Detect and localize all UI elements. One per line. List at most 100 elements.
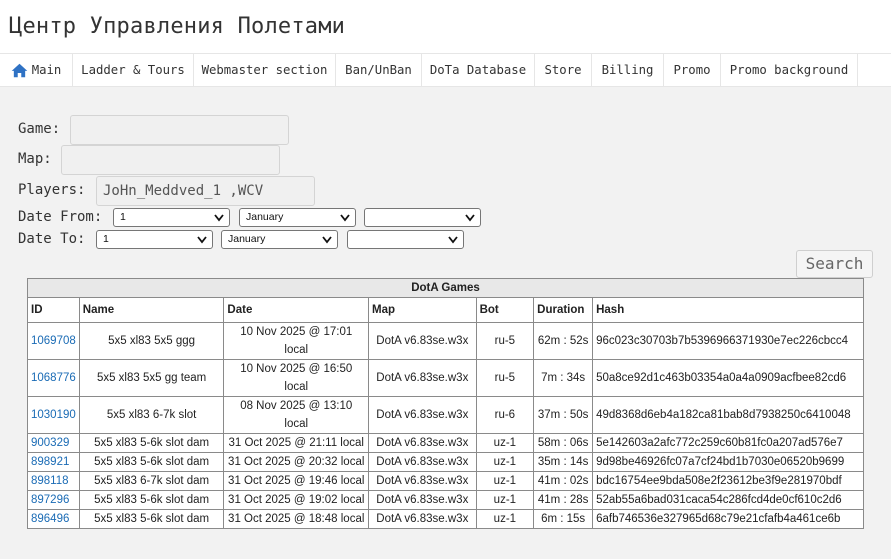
game-duration: 41m : 02s [533, 471, 594, 491]
game-hash: 5e142603a2afc772c259c60b81fc0a207ad576e7 [592, 433, 864, 453]
nav-item-main[interactable]: Main [0, 54, 73, 86]
chevron-down-icon [465, 214, 475, 222]
game-bot: uz-1 [475, 509, 535, 529]
game-hash: 6afb746536e327965d68c79e21cfafb4a461ce6b [592, 509, 864, 529]
game-id-link[interactable]: 1068776 [31, 372, 76, 384]
game-name: 5x5 xl83 5-6k slot dam [78, 490, 225, 510]
site-header: Центр Управления Полетами [0, 0, 891, 53]
nav-item-label: Webmaster section [201, 63, 328, 77]
table-caption: DotA Games [27, 278, 864, 298]
game-name: 5x5 xl83 5x5 gg team [78, 359, 225, 397]
game-id-link[interactable]: 1069708 [31, 335, 76, 347]
map-input[interactable] [61, 145, 280, 175]
chevron-down-icon [322, 236, 332, 244]
main-navbar: Main Ladder & Tours Webmaster section Ba… [0, 53, 891, 87]
search-button[interactable]: Search [796, 250, 873, 278]
table-row: 1068776 5x5 xl83 5x5 gg team 10 Nov 2025… [27, 359, 864, 397]
game-hash: 96c023c30703b7b5396966371930e7ec226cbcc4 [592, 322, 864, 360]
column-header-bot: Bot [475, 297, 535, 323]
table-row: 1030190 5x5 xl83 6-7k slot 08 Nov 2025 @… [27, 396, 864, 434]
game-map: DotA v6.83se.w3x [368, 509, 477, 529]
game-bot: uz-1 [475, 433, 535, 453]
column-header-hash: Hash [592, 297, 864, 323]
select-value: January [228, 233, 266, 245]
game-hash: bdc16754ee9bda508e2f23612be3f9e281970bdf [592, 471, 864, 491]
date-to-day-select[interactable]: 1 [96, 230, 213, 249]
game-name: 5x5 xl83 6-7k slot dam [78, 471, 225, 491]
date-from-day-select[interactable]: 1 [113, 208, 230, 227]
nav-item-label: Main [31, 63, 62, 77]
game-duration: 41m : 28s [533, 490, 594, 510]
select-value: 1 [120, 211, 126, 223]
nav-item-billing[interactable]: Billing [592, 54, 664, 86]
nav-item-dota-database[interactable]: DoTa Database [422, 54, 535, 86]
dota-games-table: DotA Games ID Name Date Map Bot Duration… [27, 278, 864, 529]
game-date: 08 Nov 2025 @ 13:10 local [223, 396, 370, 434]
game-name: 5x5 xl83 6-7k slot [78, 396, 225, 434]
nav-item-label: DoTa Database [429, 63, 527, 77]
nav-item-webmaster[interactable]: Webmaster section [194, 54, 336, 86]
game-hash: 50a8ce92d1c463b03354a0a4a0909acfbee82cd6 [592, 359, 864, 397]
game-id-link[interactable]: 897296 [31, 494, 69, 506]
game-map: DotA v6.83se.w3x [368, 359, 477, 397]
table-row: 896496 5x5 xl83 5-6k slot dam 31 Oct 202… [27, 509, 864, 529]
nav-item-promo-background[interactable]: Promo background [721, 54, 858, 86]
game-hash: 9d98be46926fc07a7cf24bd1b7030e06520b9699 [592, 452, 864, 472]
game-date: 31 Oct 2025 @ 21:11 local [223, 433, 370, 453]
game-label: Game: [18, 121, 61, 137]
game-duration: 62m : 52s [533, 322, 594, 360]
table-row: 898118 5x5 xl83 6-7k slot dam 31 Oct 202… [27, 471, 864, 491]
date-from-month-select[interactable]: January [239, 208, 356, 227]
table-row: 898921 5x5 xl83 5-6k slot dam 31 Oct 202… [27, 452, 864, 472]
home-icon [11, 63, 27, 77]
nav-item-promo[interactable]: Promo [664, 54, 721, 86]
game-duration: 35m : 14s [533, 452, 594, 472]
column-header-map: Map [368, 297, 477, 323]
column-header-name: Name [78, 297, 225, 323]
game-id-link[interactable]: 1030190 [31, 409, 76, 421]
game-id-link[interactable]: 898921 [31, 456, 69, 468]
players-input[interactable] [96, 176, 315, 206]
chevron-down-icon [214, 214, 224, 222]
game-bot: ru-5 [475, 359, 535, 397]
date-to-year-select[interactable] [347, 230, 464, 249]
game-duration: 7m : 34s [533, 359, 594, 397]
date-from-year-select[interactable] [364, 208, 481, 227]
column-header-date: Date [223, 297, 370, 323]
game-id-link[interactable]: 898118 [31, 475, 69, 487]
nav-item-store[interactable]: Store [535, 54, 592, 86]
game-duration: 37m : 50s [533, 396, 594, 434]
column-header-id: ID [27, 297, 80, 323]
chevron-down-icon [340, 214, 350, 222]
game-id-link[interactable]: 896496 [31, 513, 69, 525]
game-date: 31 Oct 2025 @ 18:48 local [223, 509, 370, 529]
game-input[interactable] [70, 115, 289, 145]
game-bot: ru-6 [475, 396, 535, 434]
game-bot: ru-5 [475, 322, 535, 360]
nav-item-label: Ban/UnBan [345, 63, 412, 77]
table-row: 1069708 5x5 xl83 5x5 ggg 10 Nov 2025 @ 1… [27, 322, 864, 360]
game-date: 10 Nov 2025 @ 17:01 local [223, 322, 370, 360]
game-duration: 58m : 06s [533, 433, 594, 453]
game-date: 31 Oct 2025 @ 20:32 local [223, 452, 370, 472]
game-hash: 49d8368d6eb4a182ca81bab8d7938250c6410048 [592, 396, 864, 434]
site-title: Центр Управления Полетами [9, 14, 346, 39]
date-to-label: Date To: [18, 231, 86, 247]
date-from-label: Date From: [18, 209, 103, 225]
game-id-link[interactable]: 900329 [31, 437, 69, 449]
game-bot: uz-1 [475, 452, 535, 472]
nav-item-ladder-tours[interactable]: Ladder & Tours [73, 54, 194, 86]
game-name: 5x5 xl83 5-6k slot dam [78, 452, 225, 472]
date-to-month-select[interactable]: January [221, 230, 338, 249]
game-bot: uz-1 [475, 471, 535, 491]
map-label: Map: [18, 151, 52, 167]
select-value: 1 [103, 233, 109, 245]
table-row: 900329 5x5 xl83 5-6k slot dam 31 Oct 202… [27, 433, 864, 453]
game-name: 5x5 xl83 5-6k slot dam [78, 433, 225, 453]
nav-item-ban-unban[interactable]: Ban/UnBan [336, 54, 422, 86]
nav-item-label: Store [544, 63, 582, 77]
select-value: January [246, 211, 284, 223]
game-date: 31 Oct 2025 @ 19:02 local [223, 490, 370, 510]
game-hash: 52ab55a6bad031caca54c286fcd4de0cf610c2d6 [592, 490, 864, 510]
game-name: 5x5 xl83 5-6k slot dam [78, 509, 225, 529]
